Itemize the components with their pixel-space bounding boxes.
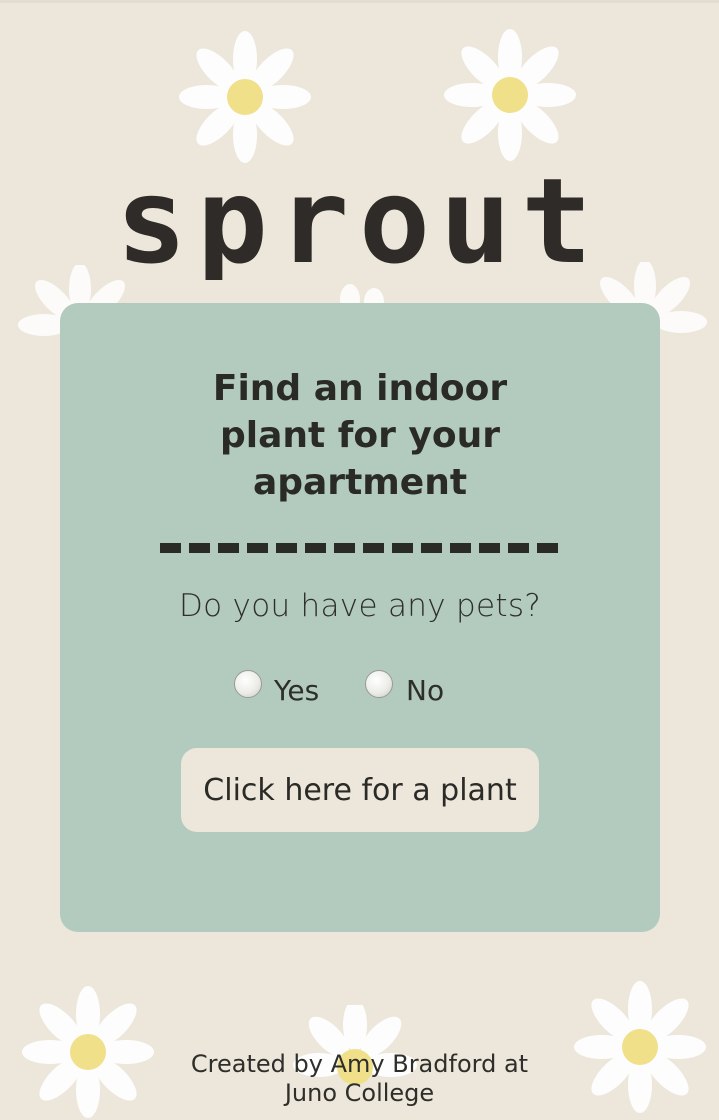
top-divider (0, 0, 719, 3)
radio-no[interactable] (365, 670, 393, 698)
card-heading: Find an indoor plant for your apartment (60, 365, 660, 506)
logo-text: sprout (116, 152, 602, 280)
radio-yes[interactable] (234, 670, 262, 698)
plant-finder-card: Find an indoor plant for your apartment … (60, 303, 660, 932)
heading-line: apartment (252, 462, 468, 503)
find-plant-button[interactable]: Click here for a plant (181, 748, 539, 832)
sprout-logo: sprout (0, 150, 719, 290)
dashed-divider (160, 543, 560, 553)
footer-line: Created by Amy Bradford at (190, 1050, 529, 1078)
heading-line: Find an indoor (212, 368, 508, 409)
sprout-logo-wordmark: sprout (116, 152, 602, 290)
daisy-icon (179, 31, 311, 163)
pets-question: Do you have any pets? (178, 588, 542, 624)
heading-line: plant for your (219, 415, 501, 456)
footer-line: Juno College (284, 1079, 435, 1107)
footer-credit: Created by Amy Bradford at Juno College (0, 1050, 719, 1108)
daisy-icon (444, 29, 576, 161)
pets-radio-group: Yes No (60, 670, 660, 710)
radio-yes-label[interactable]: Yes (274, 674, 319, 707)
radio-no-label[interactable]: No (406, 674, 444, 707)
